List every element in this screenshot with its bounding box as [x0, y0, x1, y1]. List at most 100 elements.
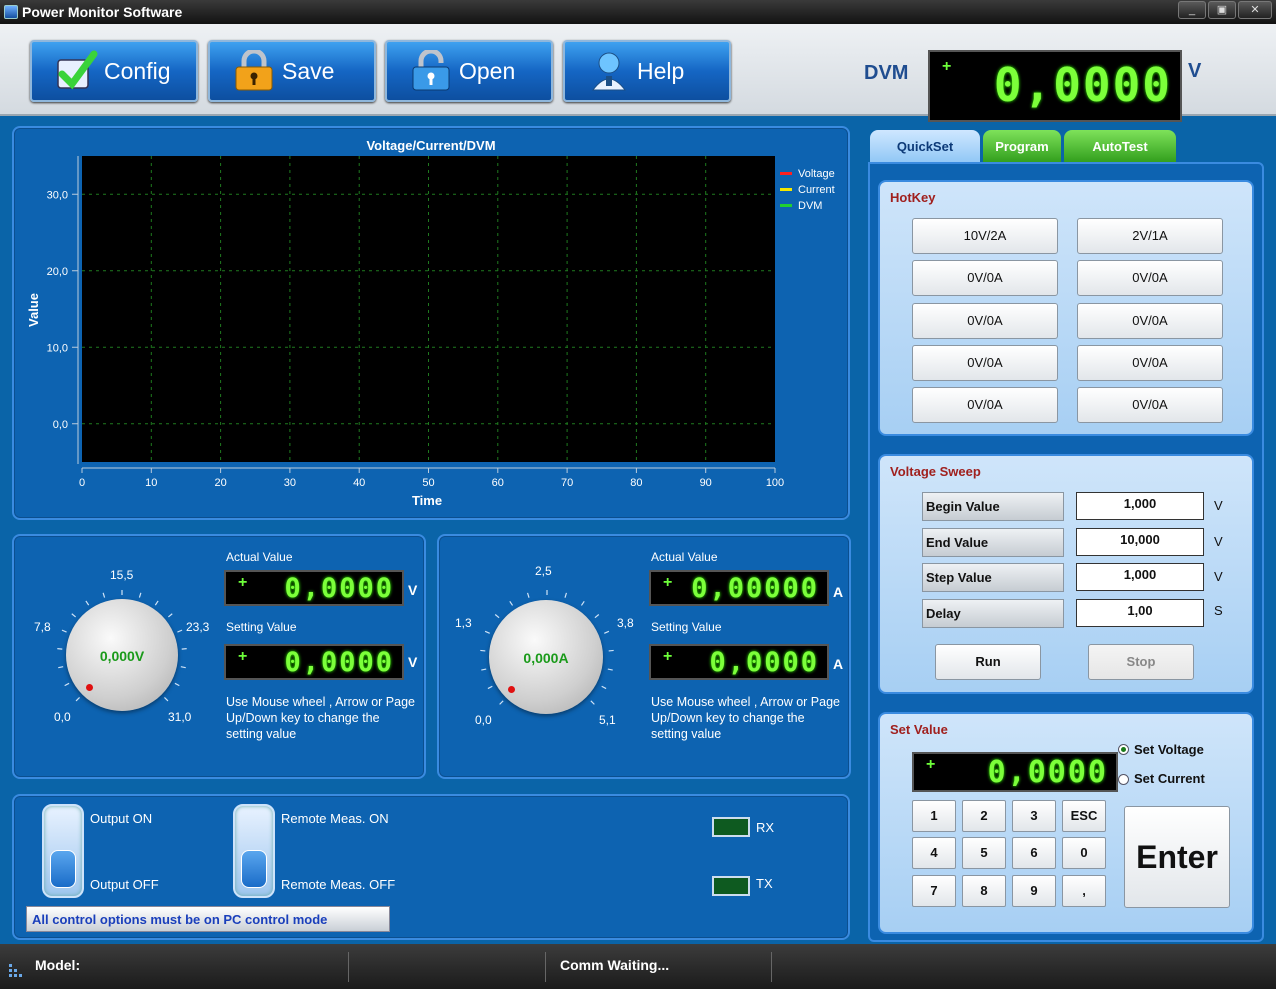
- save-button[interactable]: Save: [208, 40, 376, 102]
- knob-tick: [564, 592, 568, 598]
- app-window: Power Monitor Software _ ▣ ✕ Config Save: [0, 0, 1276, 989]
- knob-tick: [102, 592, 106, 598]
- current-setting-sign: +: [663, 648, 673, 665]
- tab-program[interactable]: Program: [983, 130, 1061, 164]
- knob-tick: [487, 685, 493, 690]
- restore-button[interactable]: ▣: [1208, 1, 1236, 19]
- begin-value-input[interactable]: 1,000: [1076, 492, 1204, 520]
- dvm-sign: +: [942, 58, 952, 75]
- output-on-label: Output ON: [90, 811, 153, 826]
- close-button[interactable]: ✕: [1238, 1, 1272, 19]
- key-0[interactable]: 0: [1062, 837, 1106, 869]
- dvm-value: 0,0000: [993, 58, 1172, 112]
- set-current-radio[interactable]: [1118, 774, 1129, 785]
- key-1[interactable]: 1: [912, 800, 956, 832]
- hotkey-panel: HotKey 10V/2A 2V/1A 0V/0A 0V/0A 0V/0A 0V…: [878, 180, 1254, 436]
- key-5[interactable]: 5: [962, 837, 1006, 869]
- knob-tick: [604, 630, 610, 634]
- end-value-input[interactable]: 10,000: [1076, 528, 1204, 556]
- rx-label: RX: [756, 820, 775, 835]
- stop-button[interactable]: Stop: [1088, 644, 1194, 680]
- output-toggle[interactable]: [42, 804, 84, 898]
- open-button[interactable]: Open: [385, 40, 553, 102]
- help-label: Help: [637, 58, 685, 84]
- legend-label-current: Current: [798, 184, 835, 196]
- voltage-knob-indicator: [86, 684, 93, 691]
- step-value-label: Step Value: [922, 563, 1064, 592]
- key-7[interactable]: 7: [912, 875, 956, 907]
- x-tick-label: 30: [284, 477, 296, 489]
- current-setting-value: 0,0000: [709, 647, 819, 678]
- y-tick-label: 20,0: [47, 266, 68, 278]
- voltage-panel: 15,5 7,8 23,3 0,0 31,0 0,000V Actual Val…: [12, 534, 426, 779]
- delay-input[interactable]: 1,00: [1076, 599, 1204, 627]
- config-button[interactable]: Config: [30, 40, 198, 102]
- knob-tick: [607, 668, 613, 671]
- hotkey-button-5[interactable]: 0V/0A: [912, 303, 1058, 339]
- current-scale-high: 3,8: [617, 616, 634, 630]
- key-4[interactable]: 4: [912, 837, 956, 869]
- window-title: Power Monitor Software: [22, 4, 183, 20]
- status-comm: Comm Waiting...: [560, 957, 670, 973]
- key-2[interactable]: 2: [962, 800, 1006, 832]
- voltage-actual-sign: +: [238, 574, 248, 591]
- key-esc[interactable]: ESC: [1062, 800, 1106, 832]
- voltage-setting-display[interactable]: + 0,0000: [224, 644, 404, 680]
- run-button[interactable]: Run: [935, 644, 1041, 680]
- tab-quickset[interactable]: QuickSet: [870, 130, 980, 164]
- knob-tick: [481, 668, 487, 671]
- set-voltage-radio[interactable]: [1118, 744, 1129, 755]
- knob-tick: [167, 613, 173, 618]
- save-label: Save: [282, 58, 335, 84]
- voltage-hint: Use Mouse wheel , Arrow or Page Up/Down …: [226, 695, 415, 741]
- status-model: Model:: [35, 957, 81, 973]
- knob-tick: [580, 600, 585, 606]
- help-button[interactable]: Help: [563, 40, 731, 102]
- knob-tick: [61, 629, 67, 633]
- legend-label-dvm: DVM: [798, 200, 822, 212]
- voltage-setting-sign: +: [238, 648, 248, 665]
- set-current-label[interactable]: Set Current: [1134, 771, 1205, 786]
- hotkey-button-2[interactable]: 2V/1A: [1077, 218, 1223, 254]
- title-bar: Power Monitor Software _ ▣ ✕: [0, 0, 1276, 24]
- current-knob-value: 0,000A: [523, 650, 569, 667]
- y-tick-label: 30,0: [47, 189, 68, 201]
- x-tick-label: 90: [700, 477, 712, 489]
- key-comma[interactable]: ,: [1062, 875, 1106, 907]
- minimize-button[interactable]: _: [1178, 1, 1206, 19]
- current-knob-indicator: [508, 686, 515, 693]
- hotkey-button-3[interactable]: 0V/0A: [912, 260, 1058, 296]
- key-6[interactable]: 6: [1012, 837, 1056, 869]
- open-label: Open: [459, 58, 516, 84]
- voltage-knob[interactable]: 0,000V: [66, 599, 178, 711]
- step-value-input[interactable]: 1,000: [1076, 563, 1204, 591]
- chart-panel: Voltage/Current/DVM 0 10 20 30 40 50 60 70 80 90 1…: [12, 126, 850, 520]
- x-tick-label: 0: [79, 477, 85, 489]
- knob-tick: [164, 697, 169, 702]
- set-value-readout: 0,0000: [987, 755, 1108, 790]
- current-setting-display[interactable]: + 0,0000: [649, 644, 829, 680]
- hotkey-button-1[interactable]: 10V/2A: [912, 218, 1058, 254]
- hotkey-button-7[interactable]: 0V/0A: [912, 345, 1058, 381]
- enter-button[interactable]: Enter: [1124, 806, 1230, 908]
- voltage-scale-mid: 15,5: [110, 568, 134, 582]
- hotkey-button-10[interactable]: 0V/0A: [1077, 387, 1223, 423]
- set-voltage-label[interactable]: Set Voltage: [1134, 742, 1204, 757]
- tab-autotest[interactable]: AutoTest: [1064, 130, 1176, 164]
- hotkey-button-8[interactable]: 0V/0A: [1077, 345, 1223, 381]
- knob-tick: [64, 682, 70, 687]
- output-off-label: Output OFF: [90, 877, 159, 892]
- key-3[interactable]: 3: [1012, 800, 1056, 832]
- current-knob[interactable]: 0,000A: [489, 600, 603, 714]
- key-8[interactable]: 8: [962, 875, 1006, 907]
- hotkey-button-6[interactable]: 0V/0A: [1077, 303, 1223, 339]
- sweep-title: Voltage Sweep: [890, 464, 981, 479]
- voltage-setting-unit: V: [408, 654, 418, 670]
- status-bar: Model: Comm Waiting...: [0, 944, 1276, 989]
- remote-meas-toggle[interactable]: [233, 804, 275, 898]
- hotkey-button-4[interactable]: 0V/0A: [1077, 260, 1223, 296]
- chart-plot: 0 10 20 30 40 50 60 70 80 90 100 0,0 10,0 20,0 30,0 T…: [26, 156, 835, 508]
- hotkey-button-9[interactable]: 0V/0A: [912, 387, 1058, 423]
- key-9[interactable]: 9: [1012, 875, 1056, 907]
- dvm-display: + 0,0000: [928, 50, 1182, 122]
